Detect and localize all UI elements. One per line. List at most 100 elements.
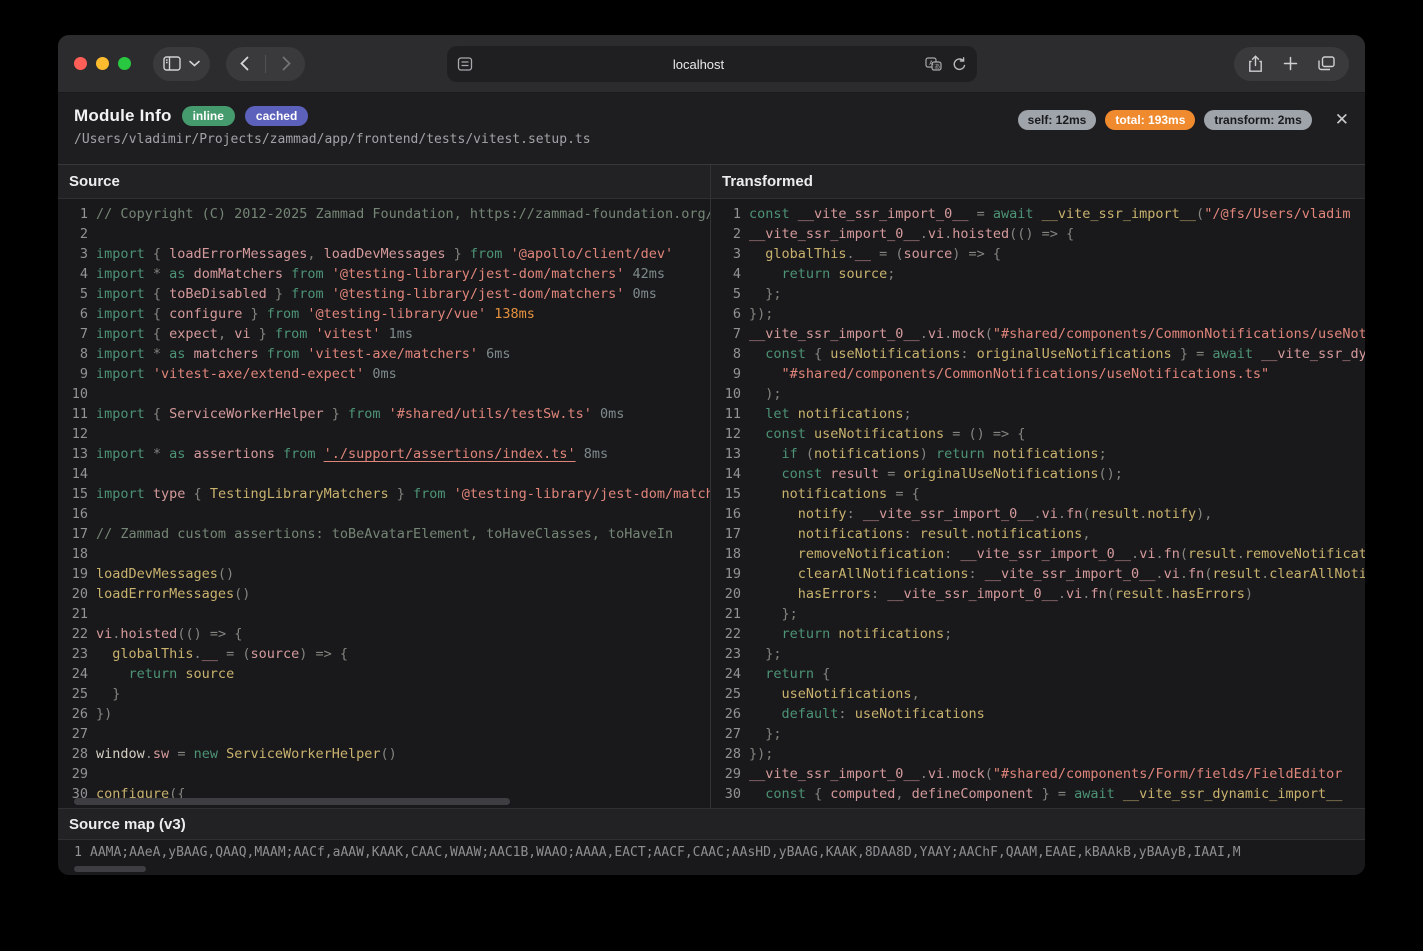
line-number: 6 xyxy=(58,304,88,324)
code-line: 8import * as matchers from 'vitest-axe/m… xyxy=(58,344,710,364)
close-panel-button[interactable]: ✕ xyxy=(1335,112,1349,129)
line-number: 11 xyxy=(58,404,88,424)
share-button[interactable] xyxy=(1248,55,1263,73)
line-number: 26 xyxy=(711,704,741,724)
sourcemap-line: 1 AAMA;AAeA,yBAAG,QAAQ,MAAM;AACf,aAAW,KA… xyxy=(58,840,1365,864)
line-number: 13 xyxy=(58,444,88,464)
transform-time-badge: transform: 2ms xyxy=(1204,110,1311,130)
code-line: 28window.sw = new ServiceWorkerHelper() xyxy=(58,744,710,764)
code-line: 3import { loadErrorMessages, loadDevMess… xyxy=(58,244,710,264)
code-line: 16 notify: __vite_ssr_import_0__.vi.fn(r… xyxy=(711,504,1365,524)
line-number: 28 xyxy=(58,744,88,764)
line-number: 1 xyxy=(58,204,88,224)
line-number: 17 xyxy=(711,524,741,544)
translate-icon[interactable]: A あ xyxy=(925,57,942,71)
inline-badge: inline xyxy=(182,106,235,126)
line-number: 22 xyxy=(711,624,741,644)
new-tab-button[interactable] xyxy=(1283,56,1298,71)
chevron-down-icon xyxy=(189,60,200,67)
code-line: 30 const { computed, defineComponent } =… xyxy=(711,784,1365,804)
zoom-window-button[interactable] xyxy=(118,57,131,70)
divider xyxy=(265,55,266,73)
code-line: 10 xyxy=(58,384,710,404)
module-file-path: /Users/vladimir/Projects/zammad/app/fron… xyxy=(74,132,1349,147)
reload-icon[interactable] xyxy=(952,57,967,72)
code-line: 18 xyxy=(58,544,710,564)
line-number: 24 xyxy=(711,664,741,684)
line-number: 11 xyxy=(711,404,741,424)
svg-text:あ: あ xyxy=(934,64,940,71)
code-line: 24 return { xyxy=(711,664,1365,684)
source-panel-title: Source xyxy=(58,165,710,199)
line-number: 10 xyxy=(58,384,88,404)
transformed-code-view[interactable]: 1const __vite_ssr_import_0__ = await __v… xyxy=(711,199,1365,807)
line-number: 5 xyxy=(711,284,741,304)
line-number: 27 xyxy=(711,724,741,744)
line-number: 21 xyxy=(58,604,88,624)
window-controls xyxy=(74,57,131,70)
code-line: 26 default: useNotifications xyxy=(711,704,1365,724)
page-title: Module Info xyxy=(74,106,172,126)
line-number: 1 xyxy=(58,845,82,860)
line-number: 29 xyxy=(58,764,88,784)
forward-button[interactable] xyxy=(282,56,291,71)
line-number: 20 xyxy=(58,584,88,604)
sidebar-toggle-button[interactable] xyxy=(153,47,210,81)
code-line: 10 ); xyxy=(711,384,1365,404)
code-line: 19loadDevMessages() xyxy=(58,564,710,584)
code-line: 12 const useNotifications = () => { xyxy=(711,424,1365,444)
code-line: 4import * as domMatchers from '@testing-… xyxy=(58,264,710,284)
code-line: 20 hasErrors: __vite_ssr_import_0__.vi.f… xyxy=(711,584,1365,604)
line-number: 18 xyxy=(58,544,88,564)
timing-badges: self: 12ms total: 193ms transform: 2ms ✕ xyxy=(1018,110,1349,130)
module-info-header: Module Info inline cached /Users/vladimi… xyxy=(58,93,1365,165)
line-number: 17 xyxy=(58,524,88,544)
code-line: 7import { expect, vi } from 'vitest' 1ms xyxy=(58,324,710,344)
line-number: 20 xyxy=(711,584,741,604)
code-line: 22vi.hoisted(() => { xyxy=(58,624,710,644)
line-number: 12 xyxy=(711,424,741,444)
line-number: 21 xyxy=(711,604,741,624)
address-bar[interactable]: localhost A あ xyxy=(447,46,977,82)
line-number: 9 xyxy=(58,364,88,384)
code-line: 6import { configure } from '@testing-lib… xyxy=(58,304,710,324)
cached-badge: cached xyxy=(245,106,308,126)
code-line: 1// Copyright (C) 2012-2025 Zammad Found… xyxy=(58,204,710,224)
code-line: 27 }; xyxy=(711,724,1365,744)
toolbar-right-controls xyxy=(1234,47,1349,81)
close-window-button[interactable] xyxy=(74,57,87,70)
code-line: 25 } xyxy=(58,684,710,704)
line-number: 9 xyxy=(711,364,741,384)
code-line: 23 }; xyxy=(711,644,1365,664)
back-button[interactable] xyxy=(240,56,249,71)
line-number: 16 xyxy=(58,504,88,524)
code-line: 15 notifications = { xyxy=(711,484,1365,504)
sourcemap-horizontal-scrollbar[interactable] xyxy=(74,866,146,872)
transformed-panel: Transformed 1const __vite_ssr_import_0__… xyxy=(710,165,1365,808)
code-line: 5 }; xyxy=(711,284,1365,304)
code-line: 11import { ServiceWorkerHelper } from '#… xyxy=(58,404,710,424)
tab-overview-button[interactable] xyxy=(1318,56,1335,71)
line-number: 23 xyxy=(711,644,741,664)
transformed-panel-title: Transformed xyxy=(711,165,1365,199)
source-code-view[interactable]: 1// Copyright (C) 2012-2025 Zammad Found… xyxy=(58,199,710,807)
line-number: 16 xyxy=(711,504,741,524)
code-line: 14 const result = originalUseNotificatio… xyxy=(711,464,1365,484)
line-number: 2 xyxy=(711,224,741,244)
code-line: 9 "#shared/components/CommonNotification… xyxy=(711,364,1365,384)
line-number: 1 xyxy=(711,204,741,224)
line-number: 15 xyxy=(711,484,741,504)
reader-icon[interactable] xyxy=(457,57,473,71)
code-line: 19 clearAllNotifications: __vite_ssr_imp… xyxy=(711,564,1365,584)
code-line: 21 xyxy=(58,604,710,624)
line-number: 6 xyxy=(711,304,741,324)
source-horizontal-scrollbar[interactable] xyxy=(74,798,510,805)
minimize-window-button[interactable] xyxy=(96,57,109,70)
line-number: 8 xyxy=(711,344,741,364)
code-line: 21 }; xyxy=(711,604,1365,624)
source-panel: Source 1// Copyright (C) 2012-2025 Zamma… xyxy=(58,165,710,808)
self-time-badge: self: 12ms xyxy=(1018,110,1097,130)
code-line: 9import 'vitest-axe/extend-expect' 0ms xyxy=(58,364,710,384)
sourcemap-scroll-area xyxy=(58,864,1365,875)
line-number: 18 xyxy=(711,544,741,564)
